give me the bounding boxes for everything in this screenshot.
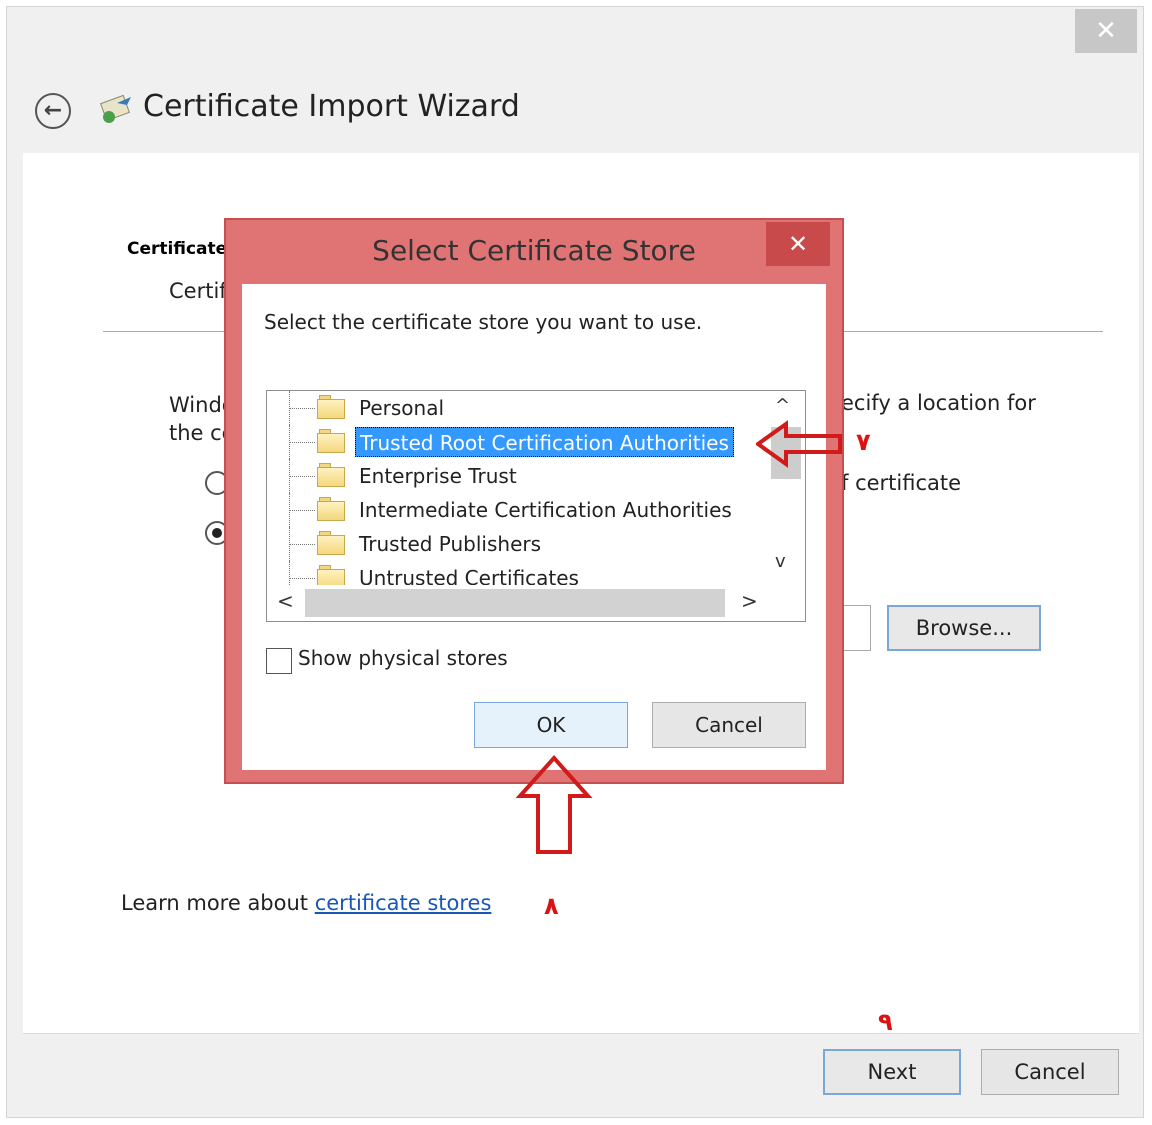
tree-line bbox=[289, 544, 315, 545]
certificate-wizard-icon bbox=[100, 94, 131, 123]
scroll-left-icon[interactable]: < bbox=[277, 589, 294, 613]
certificate-store-tree[interactable]: Personal Trusted Root Certification Auth… bbox=[266, 390, 806, 622]
dialog-cancel-button[interactable]: Cancel bbox=[652, 702, 806, 748]
page-subheading: Certif bbox=[169, 279, 227, 303]
browse-button[interactable]: Browse... bbox=[887, 605, 1041, 651]
scroll-up-icon[interactable]: ^ bbox=[775, 395, 790, 416]
learn-more-text: Learn more about certificate stores bbox=[121, 891, 491, 915]
dialog-close-button[interactable]: ✕ bbox=[766, 222, 830, 266]
tree-item-label: Trusted Publishers bbox=[359, 532, 542, 556]
wizard-cancel-button[interactable]: Cancel bbox=[981, 1049, 1119, 1095]
tree-line bbox=[289, 408, 315, 409]
folder-icon bbox=[317, 463, 345, 487]
learn-more-prefix: Learn more about bbox=[121, 891, 315, 915]
scroll-right-icon[interactable]: > bbox=[741, 589, 758, 613]
next-button[interactable]: Next bbox=[823, 1049, 961, 1095]
tree-viewport: Personal Trusted Root Certification Auth… bbox=[267, 391, 767, 585]
left-arrow-annotation bbox=[756, 420, 842, 468]
certificate-store-field[interactable] bbox=[843, 605, 871, 651]
horizontal-scroll-thumb[interactable] bbox=[305, 589, 725, 617]
select-certificate-store-dialog: Select Certificate Store ✕ Select the ce… bbox=[224, 218, 844, 784]
tree-item-label: Trusted Root Certification Authorities bbox=[355, 427, 734, 457]
tree-item-label: Untrusted Certificates bbox=[359, 566, 579, 585]
folder-icon bbox=[317, 497, 345, 521]
folder-icon bbox=[317, 531, 345, 555]
ok-button[interactable]: OK bbox=[474, 702, 628, 748]
dialog-title: Select Certificate Store bbox=[372, 234, 696, 267]
horizontal-scrollbar[interactable]: < > bbox=[267, 585, 805, 621]
certificate-stores-link[interactable]: certificate stores bbox=[315, 891, 492, 915]
scroll-down-icon[interactable]: v bbox=[775, 551, 786, 572]
dialog-prompt: Select the certificate store you want to… bbox=[264, 310, 703, 334]
tree-item-trusted-publishers[interactable]: Trusted Publishers bbox=[289, 527, 759, 561]
show-physical-stores-checkbox[interactable] bbox=[266, 648, 292, 674]
tree-item-intermediate[interactable]: Intermediate Certification Authorities bbox=[289, 493, 759, 527]
step-7-marker: ۷ bbox=[856, 428, 871, 456]
window-close-button[interactable]: ✕ bbox=[1075, 9, 1137, 53]
description-right: ecify a location for bbox=[841, 391, 1036, 415]
tree-item-label: Intermediate Certification Authorities bbox=[359, 498, 732, 522]
step-9-marker: ۹ bbox=[878, 1008, 893, 1036]
step-8-marker: ۸ bbox=[544, 892, 559, 920]
tree-item-label: Enterprise Trust bbox=[359, 464, 517, 488]
tree-line bbox=[289, 510, 315, 511]
wizard-title: Certificate Import Wizard bbox=[143, 89, 520, 124]
tree-item-label: Personal bbox=[359, 396, 445, 420]
folder-icon bbox=[317, 565, 345, 585]
tree-line bbox=[289, 561, 290, 585]
tree-item-trusted-root[interactable]: Trusted Root Certification Authorities bbox=[289, 425, 759, 459]
show-physical-stores-label: Show physical stores bbox=[298, 646, 508, 670]
tree-item-enterprise-trust[interactable]: Enterprise Trust bbox=[289, 459, 759, 493]
tree-item-untrusted[interactable]: Untrusted Certificates bbox=[289, 561, 759, 585]
tree-line bbox=[289, 442, 315, 443]
dialog-body: Select the certificate store you want to… bbox=[242, 284, 826, 770]
folder-icon bbox=[317, 395, 345, 419]
tree-line bbox=[289, 578, 315, 579]
folder-icon bbox=[317, 429, 345, 453]
back-arrow-icon[interactable]: ← bbox=[35, 93, 71, 129]
up-arrow-annotation bbox=[515, 755, 593, 854]
radio-option-label: f certificate bbox=[841, 471, 962, 495]
footer-divider bbox=[23, 1033, 1139, 1034]
tree-line bbox=[289, 476, 315, 477]
tree-item-personal[interactable]: Personal bbox=[289, 391, 759, 425]
page-heading: Certificate bbox=[127, 239, 228, 259]
